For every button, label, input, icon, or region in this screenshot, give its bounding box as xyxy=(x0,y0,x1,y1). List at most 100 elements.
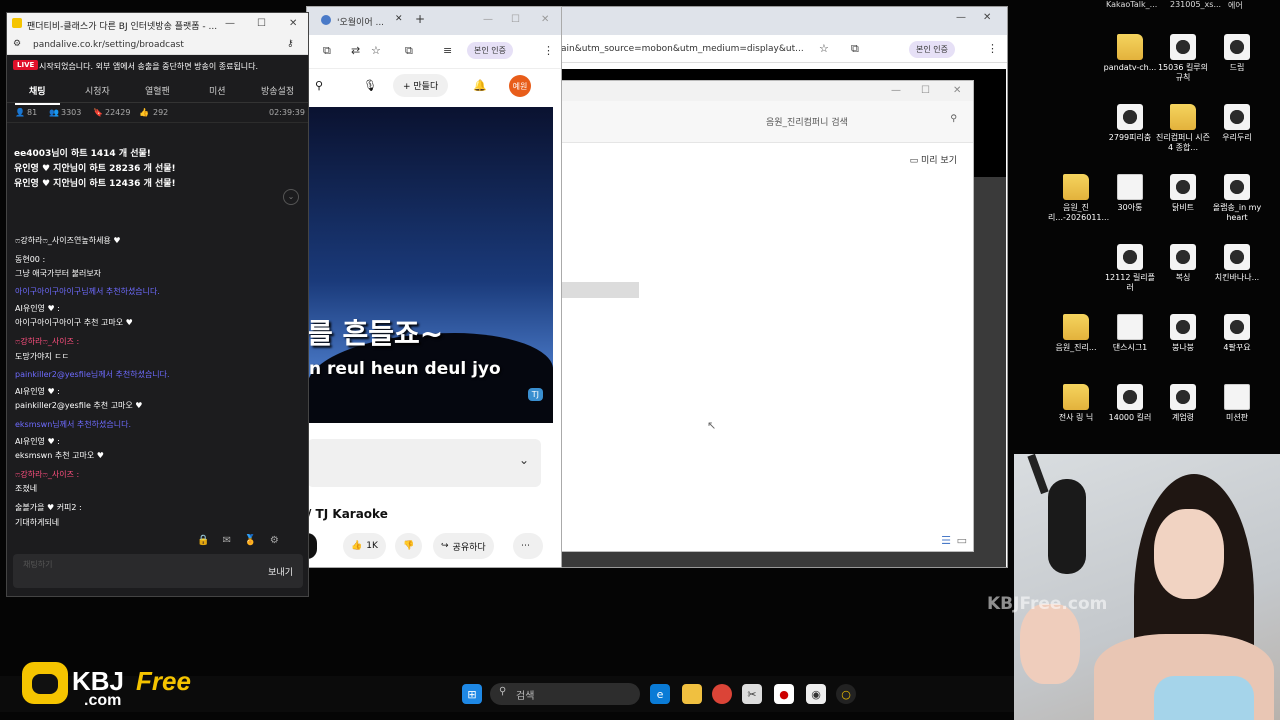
desktop-icon[interactable]: 댄스시그1 xyxy=(1102,314,1158,353)
snipping-icon[interactable]: ✂ xyxy=(742,684,762,704)
desktop-icon[interactable]: 4팔꾸요 xyxy=(1209,314,1265,353)
auth-button[interactable]: 본인 인증 xyxy=(467,42,513,59)
explorer-search-input[interactable]: 음원_진리컴퍼니 검색 ⚲ xyxy=(758,109,963,133)
desktop-icon[interactable]: 계엄령 xyxy=(1155,384,1211,423)
file-explorer-icon[interactable] xyxy=(682,684,702,704)
file-explorer-window[interactable]: — ☐ ✕ 음원_진리컴퍼니 검색 ⚲ ▭ 미리 보기 ↖ ☰ ▭ xyxy=(556,80,974,552)
close-icon[interactable]: ✕ xyxy=(953,85,961,96)
panda-tabs: 채팅 시청자 열혈팬 미션 방송설정 xyxy=(7,77,308,105)
preview-toggle[interactable]: ▭ 미리 보기 xyxy=(910,153,957,166)
site-info-icon[interactable]: ⚙ xyxy=(13,39,21,49)
maximize-icon[interactable]: ☐ xyxy=(511,14,520,25)
create-button[interactable]: + 만들다 xyxy=(393,74,449,97)
tab-viewers[interactable]: 시청자 xyxy=(85,84,110,97)
tab-title[interactable]: '오월이어 ... xyxy=(337,15,384,28)
desktop-icon[interactable]: 전사 링 닉 xyxy=(1048,384,1104,423)
gear-icon[interactable]: ⚙ xyxy=(270,535,279,546)
desktop-icon[interactable]: 15036 킬루의 규칙 xyxy=(1155,34,1211,83)
collapse-icon[interactable]: ⌄ xyxy=(283,189,299,205)
maximize-icon[interactable]: ☐ xyxy=(921,85,930,96)
minimize-icon[interactable]: — xyxy=(956,12,966,23)
search-icon[interactable]: ⚲ xyxy=(950,114,957,124)
tiles-view-icon[interactable]: ▭ xyxy=(957,534,967,547)
minimize-icon[interactable]: — xyxy=(225,18,235,29)
translate-icon[interactable]: ⇄ xyxy=(351,44,360,57)
message-icon[interactable]: ✉ xyxy=(223,535,231,546)
desktop-top-label[interactable]: 231005_xs... xyxy=(1170,0,1221,9)
star-icon[interactable]: ☆ xyxy=(819,42,829,55)
new-tab-icon[interactable]: + xyxy=(415,12,425,26)
share-button[interactable]: ↪ 공유하다 xyxy=(433,533,494,559)
pandalive-chat-window[interactable]: 팬더티비-클래스가 다른 BJ 인터넷방송 플랫폼 - ... — ☐ ✕ ⚙ … xyxy=(6,12,309,597)
desktop-icon[interactable]: 우리두리 xyxy=(1209,104,1265,143)
maximize-icon[interactable]: ☐ xyxy=(257,18,266,29)
edge-icon[interactable]: e xyxy=(650,684,670,704)
taskbar-search-input[interactable]: ⚲ 검색 xyxy=(490,683,640,705)
obs-icon[interactable]: ◉ xyxy=(806,684,826,704)
panda-url[interactable]: pandalive.co.kr/setting/broadcast xyxy=(33,40,184,50)
app-icon-red[interactable]: ● xyxy=(774,684,794,704)
dislike-button[interactable]: 👎 xyxy=(395,533,423,559)
windows-start-icon[interactable]: ⊞ xyxy=(462,684,482,704)
desktop-icon[interactable]: 진리컴퍼니 시즌4 종합... xyxy=(1155,104,1211,153)
desktop-icon[interactable]: 12112 릴리플러 xyxy=(1102,244,1158,293)
chrome-icon[interactable] xyxy=(712,684,732,704)
lock-icon[interactable]: 🔒 xyxy=(197,535,209,546)
desktop-icon[interactable]: 치킨바나나... xyxy=(1209,244,1265,283)
desktop-icon[interactable]: 14000 킬러 xyxy=(1102,384,1158,423)
close-icon[interactable]: ✕ xyxy=(541,14,549,25)
avatar[interactable]: 예원 xyxy=(509,75,531,97)
desktop-icon[interactable]: 음원_진리... xyxy=(1048,314,1104,353)
minimize-icon[interactable]: — xyxy=(891,85,901,96)
desktop-icon[interactable]: 닭비트 xyxy=(1155,174,1211,213)
tab-fans[interactable]: 열혈팬 xyxy=(145,84,170,97)
bell-icon[interactable]: 🔔 xyxy=(473,79,487,92)
desktop-icon[interactable]: 올랩송_in my heart xyxy=(1209,174,1265,223)
tab-chat[interactable]: 채팅 xyxy=(15,84,59,105)
chat-input[interactable]: 채팅하기 보내기 xyxy=(13,554,303,588)
mic-icon[interactable]: 🎙 xyxy=(363,79,377,92)
desktop-icon[interactable]: 2799피리춤 xyxy=(1102,104,1158,143)
award-icon[interactable]: 🏅 xyxy=(244,535,256,546)
desktop-icon[interactable]: 붕나붕 xyxy=(1155,314,1211,353)
desktop-icon[interactable]: 복싱 xyxy=(1155,244,1211,283)
like-button[interactable]: 👍 1K xyxy=(343,533,386,559)
app-icon-yellow[interactable]: ○ xyxy=(836,684,856,704)
chevron-down-icon[interactable]: ⌄ xyxy=(519,453,529,467)
search-icon[interactable]: ⚲ xyxy=(315,79,323,92)
close-icon[interactable]: ✕ xyxy=(289,18,297,29)
more-icon[interactable]: ⋮ xyxy=(543,44,554,57)
close-icon[interactable]: ✕ xyxy=(983,12,991,23)
desktop-top-label[interactable]: KakaoTalk_... xyxy=(1106,0,1157,9)
selected-row[interactable] xyxy=(561,282,639,298)
address-text[interactable]: ain&utm_source=mobon&utm_medium=display&… xyxy=(561,44,804,54)
video-player[interactable]: 를 흔들죠~ n reul heun deul jyo TJ xyxy=(307,107,553,423)
puzzle-icon[interactable]: ⧉ xyxy=(405,44,413,58)
desktop-icon-label: 치킨바나나... xyxy=(1214,273,1260,282)
desktop-icon[interactable]: 30아통 xyxy=(1102,174,1158,213)
desktop-icon[interactable]: 음원_진리...-2026011... xyxy=(1048,174,1109,223)
description-box[interactable]: ⌄ xyxy=(307,439,541,487)
more-actions-button[interactable]: ⋯ xyxy=(513,533,543,559)
star-icon[interactable]: ☆ xyxy=(371,44,381,57)
details-view-icon[interactable]: ☰ xyxy=(941,534,951,547)
desktop-icon[interactable]: pandatv-ch... xyxy=(1102,34,1158,73)
desktop-icon-label: 14000 킬러 xyxy=(1108,413,1152,422)
queue-icon[interactable]: ≡ xyxy=(443,44,452,57)
more-icon[interactable]: ⋮ xyxy=(987,42,998,55)
key-icon[interactable]: ⚷ xyxy=(287,39,294,49)
tab-mission[interactable]: 미션 xyxy=(209,84,226,97)
youtube-browser-window[interactable]: '오월이어 ... ✕ + — ☐ ✕ ⧉ ⇄ ☆ ⧉ ≡ 본인 인증 ⋮ ⚲ … xyxy=(306,6,562,568)
extension-icon[interactable]: ⧉ xyxy=(851,42,859,56)
desktop-icon[interactable]: 미션판 xyxy=(1209,384,1265,423)
send-button[interactable]: 보내기 xyxy=(268,565,293,578)
desktop-top-label[interactable]: 에어 xyxy=(1228,0,1243,11)
minimize-icon[interactable]: — xyxy=(483,14,493,25)
extension-icon[interactable]: ⧉ xyxy=(323,44,331,58)
panda-address-bar[interactable]: ⚙ pandalive.co.kr/setting/broadcast ⚷ xyxy=(7,35,308,55)
tab-close-icon[interactable]: ✕ xyxy=(395,14,403,24)
search-icon: ⚲ xyxy=(499,686,507,697)
desktop-icon[interactable]: 드립 xyxy=(1209,34,1265,73)
auth-button[interactable]: 본인 인증 xyxy=(909,41,955,58)
tab-broadcast-settings[interactable]: 방송설정 xyxy=(261,84,294,97)
